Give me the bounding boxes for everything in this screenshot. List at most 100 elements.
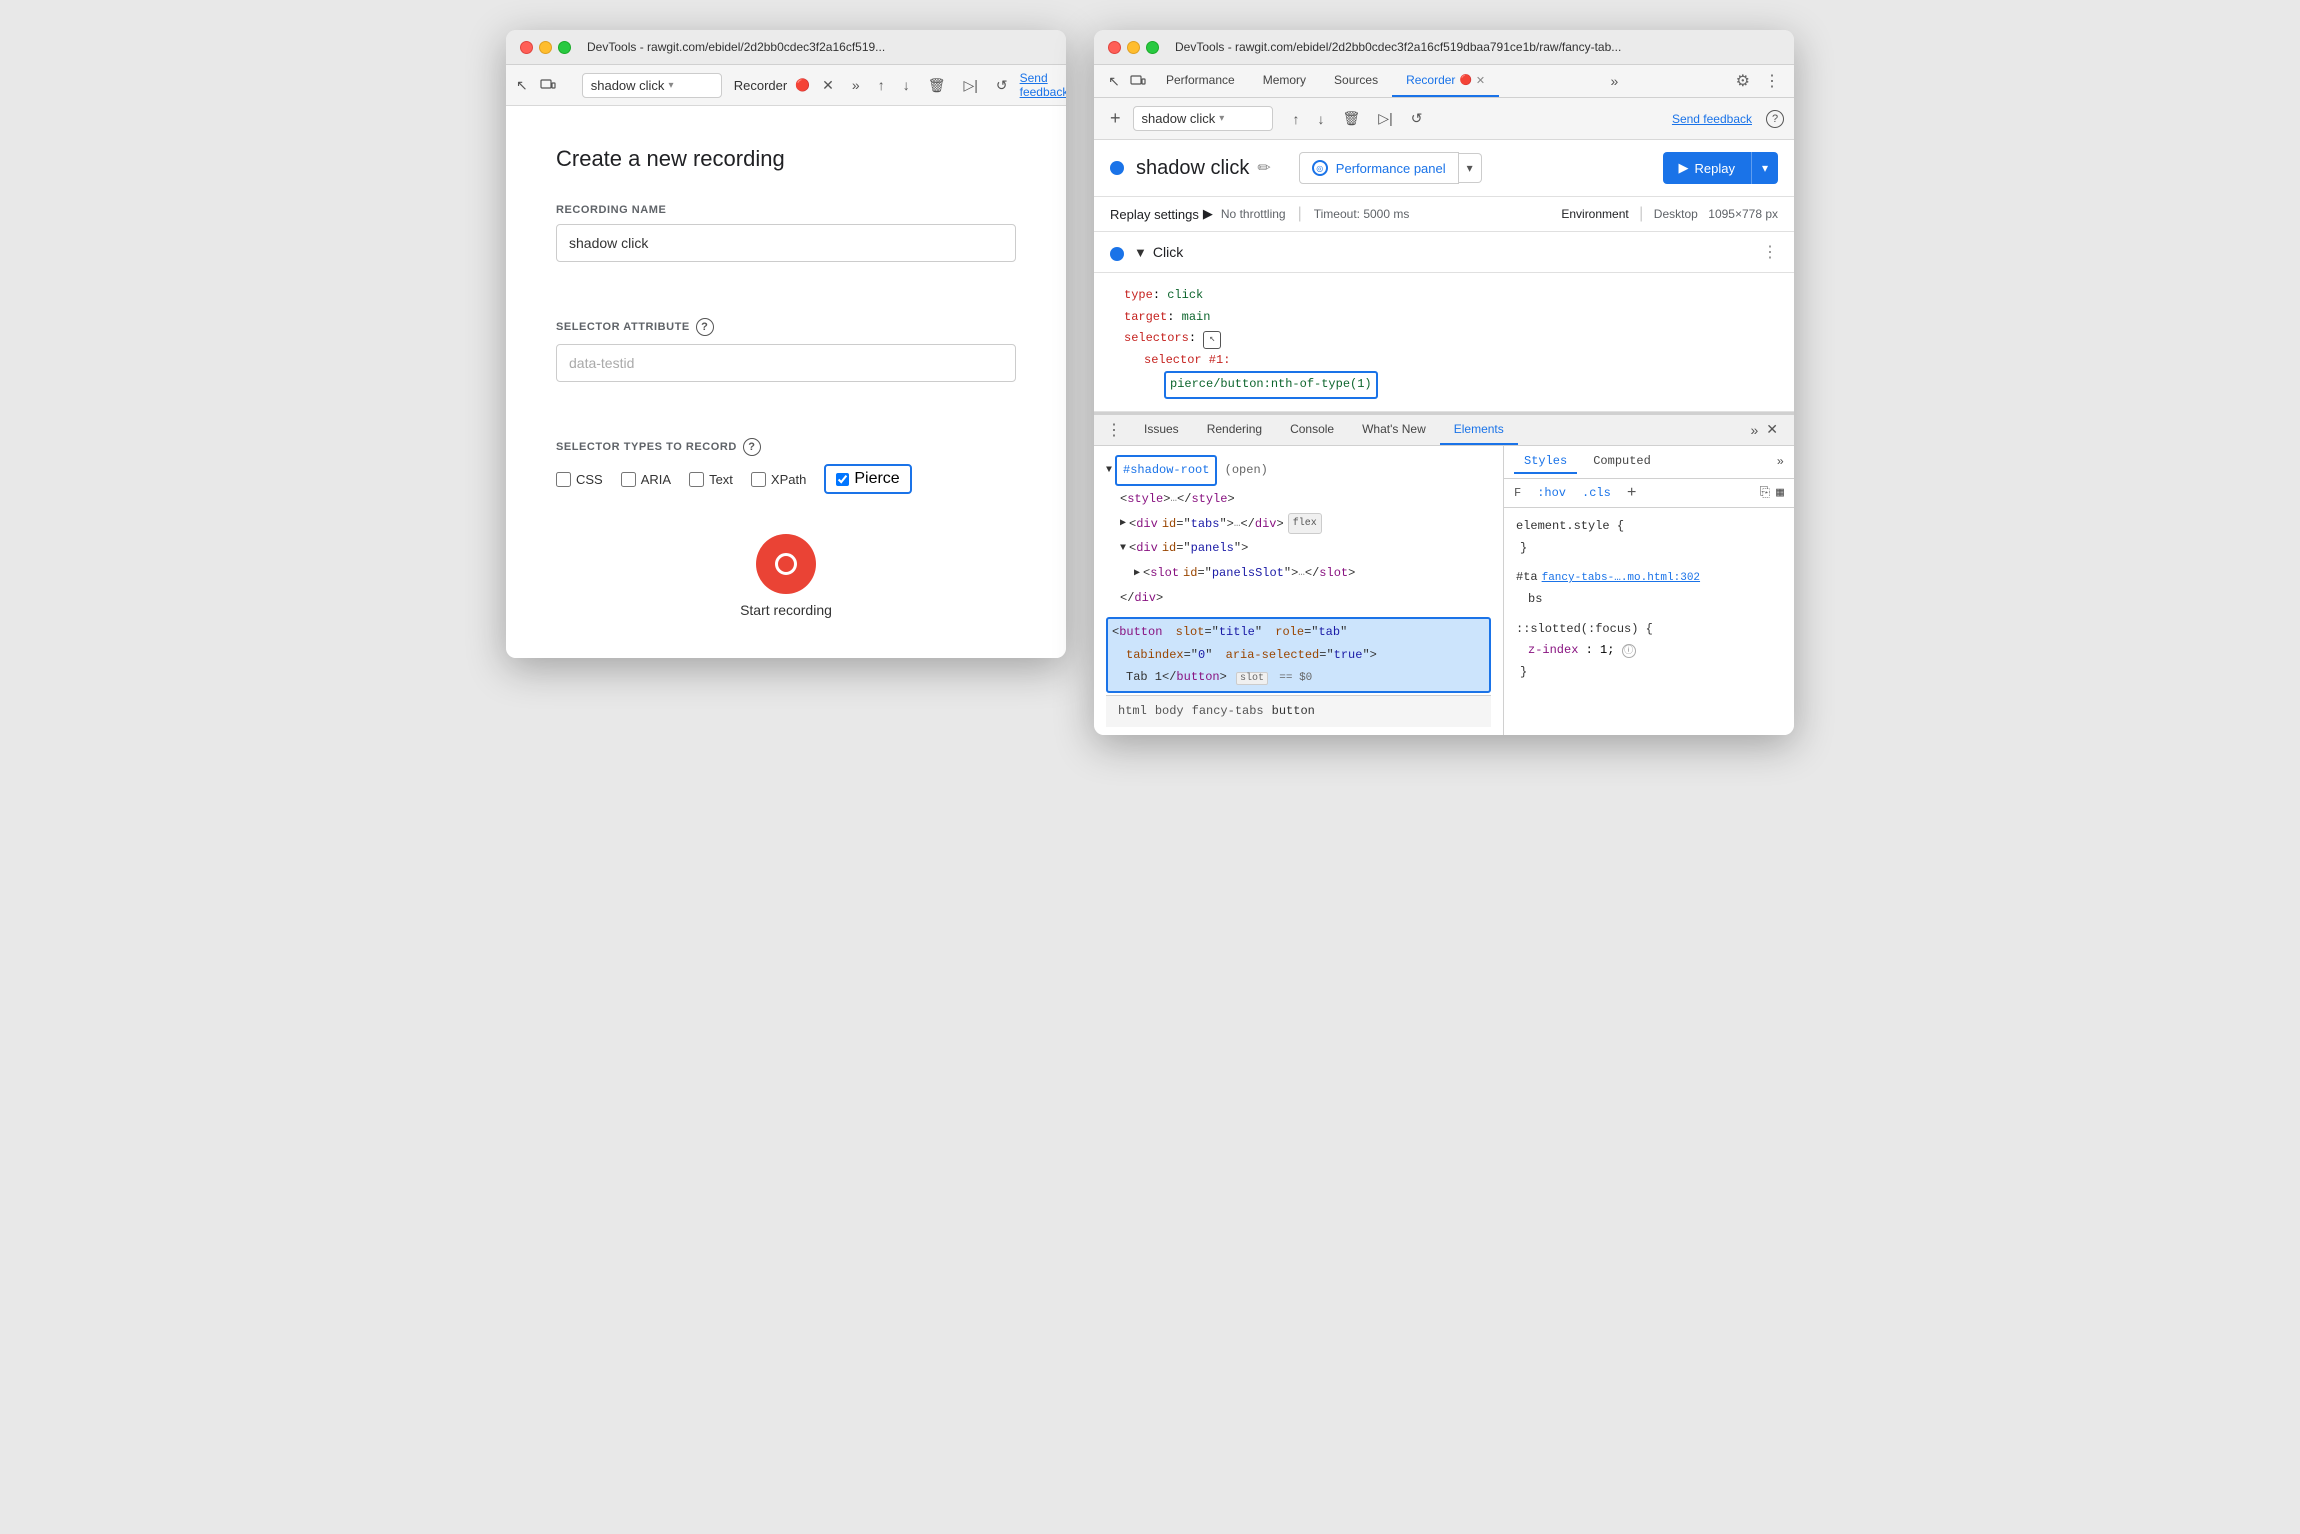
step-icon-right[interactable]: ▷| <box>1372 106 1398 131</box>
tab-performance[interactable]: Performance <box>1152 65 1249 97</box>
step-title: ▼ Click <box>1134 244 1183 260</box>
traffic-lights <box>520 41 571 54</box>
aria-checkbox-item[interactable]: ARIA <box>621 472 671 487</box>
code-type-val: click <box>1167 288 1203 302</box>
breadcrumb-html[interactable]: html <box>1118 700 1147 723</box>
text-checkbox-item[interactable]: Text <box>689 472 733 487</box>
tab-console[interactable]: Console <box>1276 415 1348 445</box>
step-icon[interactable]: ▷| <box>957 73 983 98</box>
replay-button[interactable]: ▶ Replay <box>1663 152 1751 184</box>
selector-types-help-icon[interactable]: ? <box>743 438 761 456</box>
styles-more-tabs[interactable]: » <box>1777 455 1784 469</box>
pierce-checkbox-item[interactable]: Pierce <box>824 464 911 494</box>
expand-tabs-icon[interactable]: ▶ <box>1120 514 1126 533</box>
refresh-icon-right[interactable]: ↺ <box>1405 106 1429 131</box>
right-help-icon[interactable]: ? <box>1766 110 1784 128</box>
replay-button-group: ▶ Replay ▾ <box>1663 152 1779 184</box>
slot-badge: slot <box>1236 672 1268 685</box>
close-bottom-panel-icon[interactable]: ✕ <box>1758 415 1786 444</box>
download-icon-right[interactable]: ↓ <box>1312 107 1331 131</box>
z-index-info-icon[interactable]: ⓘ <box>1622 644 1636 658</box>
expand-panelsslot-icon[interactable]: ▶ <box>1134 564 1140 583</box>
breadcrumb-button[interactable]: button <box>1272 700 1315 723</box>
maximize-button[interactable] <box>558 41 571 54</box>
more-options-icon[interactable]: ⋮ <box>1760 67 1784 95</box>
more-tabs-icon[interactable]: » <box>846 73 866 97</box>
shadow-root-element[interactable]: #shadow-root <box>1115 455 1217 486</box>
right-close-button[interactable] <box>1108 41 1121 54</box>
device-toggle-top-icon[interactable] <box>1124 69 1152 93</box>
add-style-icon[interactable]: + <box>1627 484 1637 502</box>
css-checkbox[interactable] <box>556 472 571 487</box>
settings-icon[interactable]: ⚙ <box>1730 67 1756 95</box>
computed-tab[interactable]: Computed <box>1583 450 1661 474</box>
xpath-checkbox[interactable] <box>751 472 766 487</box>
tab-rendering[interactable]: Rendering <box>1193 415 1276 445</box>
tab-whats-new[interactable]: What's New <box>1348 415 1440 445</box>
aria-checkbox[interactable] <box>621 472 636 487</box>
replay-settings-title[interactable]: Replay settings ▶ <box>1110 206 1213 222</box>
bottom-more-tabs[interactable]: » <box>1750 422 1758 438</box>
refresh-icon[interactable]: ↺ <box>990 73 1014 98</box>
right-traffic-lights <box>1108 41 1159 54</box>
tab-memory[interactable]: Memory <box>1249 65 1320 97</box>
copy-style-icon[interactable]: ⎘ <box>1760 485 1770 500</box>
download-icon[interactable]: ↓ <box>897 73 916 97</box>
performance-panel-dropdown[interactable]: ▾ <box>1459 153 1482 183</box>
more-tabs-button[interactable]: » <box>1604 65 1624 97</box>
ta-source-link[interactable]: fancy-tabs-….mo.html:302 <box>1542 569 1700 589</box>
record-button[interactable] <box>756 534 816 594</box>
recording-name-display: shadow click <box>591 78 665 93</box>
xpath-checkbox-item[interactable]: XPath <box>751 472 806 487</box>
tab-recorder[interactable]: Recorder 🔴 ✕ <box>1392 65 1499 97</box>
right-minimize-button[interactable] <box>1127 41 1140 54</box>
step-more-icon[interactable]: ⋮ <box>1762 242 1778 262</box>
cls-link[interactable]: .cls <box>1582 486 1611 500</box>
breadcrumb-fancy-tabs[interactable]: fancy-tabs <box>1192 700 1264 723</box>
styles-tab[interactable]: Styles <box>1514 450 1577 474</box>
upload-icon[interactable]: ↑ <box>872 73 891 97</box>
minimize-button[interactable] <box>539 41 552 54</box>
hov-link[interactable]: :hov <box>1537 486 1566 500</box>
close-recorder-tab[interactable]: ✕ <box>1476 74 1485 87</box>
text-checkbox[interactable] <box>689 472 704 487</box>
dom-tree[interactable]: ▼ #shadow-root (open) <style> … </style>… <box>1094 446 1504 735</box>
selector-attr-input[interactable] <box>556 344 1016 382</box>
expand-shadow-root-icon[interactable]: ▼ <box>1106 461 1112 480</box>
right-maximize-button[interactable] <box>1146 41 1159 54</box>
tab-sources[interactable]: Sources <box>1320 65 1392 97</box>
device-toggle-icon[interactable] <box>534 73 562 97</box>
help-icon[interactable]: ? <box>696 318 714 336</box>
tab-elements[interactable]: Elements <box>1440 415 1518 445</box>
dom-spacer <box>1106 611 1491 615</box>
code-selector-num: selector #1: <box>1144 353 1230 367</box>
right-recording-selector[interactable]: shadow click ▾ <box>1133 106 1273 131</box>
css-checkbox-item[interactable]: CSS <box>556 472 603 487</box>
performance-panel-button[interactable]: ◎ Performance panel <box>1299 152 1459 184</box>
throttling-detail: No throttling <box>1221 207 1286 221</box>
close-tab-icon[interactable]: ✕ <box>816 73 840 98</box>
send-feedback-link[interactable]: Send feedback <box>1020 71 1066 99</box>
breadcrumb-body[interactable]: body <box>1155 700 1184 723</box>
click-step: ▼ Click ⋮ <box>1094 232 1794 273</box>
expand-panels-icon[interactable]: ▼ <box>1120 539 1126 558</box>
delete-icon[interactable]: 🗑 <box>922 73 952 98</box>
add-recording-icon[interactable]: + <box>1104 104 1127 133</box>
layout-icon[interactable]: ▦ <box>1776 485 1784 500</box>
pierce-checkbox[interactable] <box>836 473 849 486</box>
xpath-label: XPath <box>771 472 806 487</box>
right-send-feedback-link[interactable]: Send feedback <box>1672 112 1752 126</box>
dom-panelsslot: ▶ <slot id="panelsSlot"> … </slot> <box>1106 561 1491 586</box>
selector-types-section: SELECTOR TYPES TO RECORD ? CSS ARIA Text <box>556 438 1016 494</box>
close-button[interactable] <box>520 41 533 54</box>
upload-icon-right[interactable]: ↑ <box>1287 107 1306 131</box>
delete-icon-right[interactable]: 🗑 <box>1337 106 1367 131</box>
replay-dropdown-button[interactable]: ▾ <box>1751 152 1778 184</box>
edit-title-icon[interactable]: ✏ <box>1257 158 1270 178</box>
recording-selector[interactable]: shadow click ▾ <box>582 73 722 98</box>
recording-name-input[interactable] <box>556 224 1016 262</box>
dom-selected-button[interactable]: <button slot="title" role="tab" tabindex… <box>1106 617 1491 693</box>
recording-name-section: RECORDING NAME <box>556 204 1016 290</box>
ta-style-block: #ta fancy-tabs-….mo.html:302 bs <box>1516 567 1782 610</box>
tab-issues[interactable]: Issues <box>1130 415 1193 445</box>
